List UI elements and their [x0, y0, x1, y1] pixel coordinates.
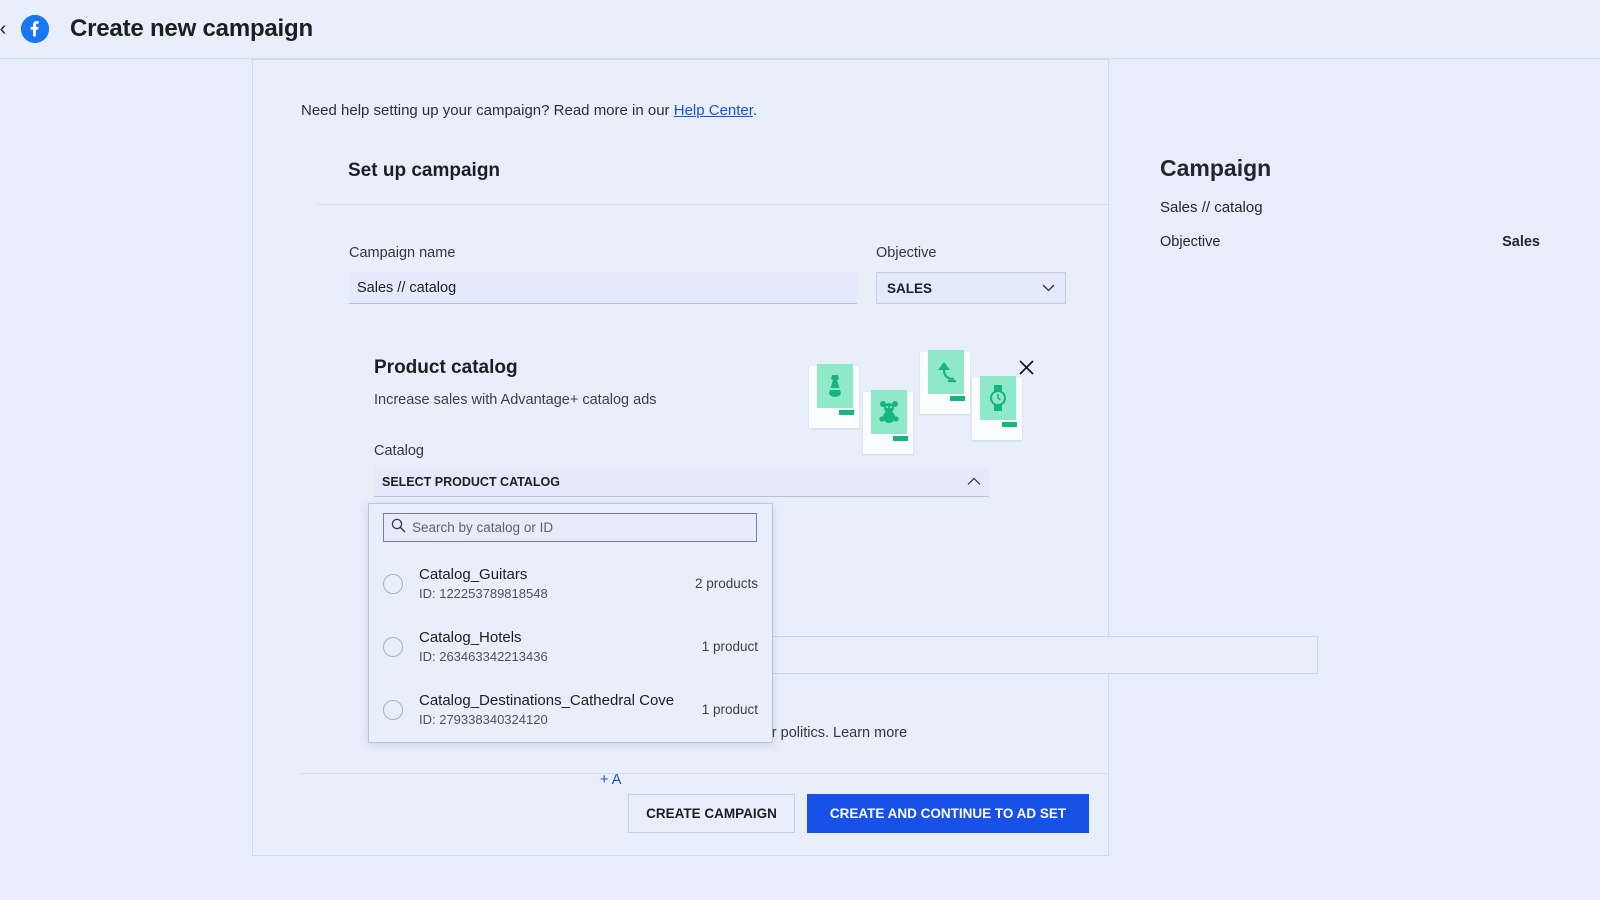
- campaign-name-input[interactable]: [349, 272, 857, 304]
- catalog-option-texts: Catalog_Destinations_Cathedral Cove ID: 2…: [419, 691, 674, 729]
- select-product-catalog-label: SELECT PRODUCT CATALOG: [382, 475, 560, 489]
- divider-bottom: [300, 773, 1108, 774]
- close-icon[interactable]: [1012, 353, 1040, 381]
- illustration-card-teddy-bear: [863, 392, 913, 454]
- summary-objective-value: Sales: [1502, 234, 1540, 250]
- product-catalog-title: Product catalog: [374, 357, 518, 379]
- catalog-option[interactable]: Catalog_Destinations_Cathedral Cove ID: 2…: [369, 678, 772, 741]
- illustration-price-bar: [839, 410, 854, 415]
- help-text-before: Need help setting up your campaign? Read…: [301, 102, 674, 119]
- catalog-option-id: ID: 279338340324120: [419, 712, 548, 727]
- help-center-link[interactable]: Help Center: [674, 102, 753, 119]
- catalog-option-list: Catalog_Guitars ID: 122253789818548 2 prod…: [369, 552, 772, 741]
- product-catalog-subtitle: Increase sales with Advantage+ catalog a…: [374, 392, 657, 408]
- illustration-price-bar: [950, 396, 965, 401]
- help-line: Need help setting up your campaign? Read…: [301, 102, 757, 119]
- chevron-up-icon: [967, 474, 981, 489]
- section-title-setup: Set up campaign: [348, 160, 500, 182]
- catalog-option-count: 1 product: [702, 639, 758, 654]
- catalog-option-name: Catalog_Destinations_Cathedral Cove: [419, 692, 674, 709]
- summary-objective-row: Objective Sales: [1160, 234, 1540, 250]
- watch-icon: [980, 376, 1016, 420]
- create-campaign-button[interactable]: CREATE CAMPAIGN: [628, 794, 795, 833]
- catalog-option-id: ID: 263463342213436: [419, 649, 548, 664]
- catalog-search-input[interactable]: [412, 520, 742, 535]
- catalog-option-texts: Catalog_Hotels ID: 263463342213436: [419, 628, 548, 666]
- search-icon: [391, 518, 406, 538]
- teddy-bear-icon: [871, 390, 907, 434]
- objective-label: Objective: [876, 245, 936, 261]
- lamp-icon: [928, 350, 964, 394]
- objective-select[interactable]: SALES: [876, 272, 1066, 304]
- select-product-catalog-trigger[interactable]: SELECT PRODUCT CATALOG: [374, 467, 989, 497]
- dress-icon: [817, 364, 853, 408]
- help-text-after: .: [753, 102, 757, 119]
- catalog-search-wrapper[interactable]: [383, 513, 757, 542]
- catalog-option-id: ID: 122253789818548: [419, 586, 548, 601]
- catalog-option-radio[interactable]: [383, 637, 403, 657]
- summary-title: Campaign: [1160, 155, 1540, 182]
- add-more-link[interactable]: + A: [600, 772, 621, 788]
- chevron-down-icon: [1042, 281, 1055, 295]
- catalog-field-label: Catalog: [374, 443, 424, 459]
- summary-subtitle: Sales // catalog: [1160, 199, 1540, 216]
- catalog-option-texts: Catalog_Guitars ID: 122253789818548: [419, 565, 548, 603]
- facebook-logo-icon: [21, 15, 49, 43]
- catalog-option[interactable]: Catalog_Hotels ID: 263463342213436 1 produ…: [369, 615, 772, 678]
- illustration-card-dress: [809, 366, 859, 428]
- catalog-option-name: Catalog_Guitars: [419, 566, 527, 583]
- catalog-option-name: Catalog_Hotels: [419, 629, 522, 646]
- app-root: ‹ Create new campaign Need help setting …: [0, 0, 1600, 900]
- illustration-card-watch: [972, 378, 1022, 440]
- create-and-continue-button[interactable]: CREATE AND CONTINUE TO AD SET: [807, 794, 1089, 833]
- back-button[interactable]: ‹: [0, 19, 14, 39]
- catalog-option[interactable]: Catalog_Guitars ID: 122253789818548 2 prod…: [369, 552, 772, 615]
- catalog-dropdown: Catalog_Guitars ID: 122253789818548 2 prod…: [369, 504, 772, 742]
- objective-select-value: SALES: [887, 281, 932, 296]
- catalog-option-count: 2 products: [695, 576, 758, 591]
- top-bar: ‹ Create new campaign: [0, 0, 1600, 59]
- summary-objective-label: Objective: [1160, 234, 1220, 250]
- illustration-price-bar: [1002, 422, 1017, 427]
- campaign-name-label: Campaign name: [349, 245, 455, 261]
- catalog-option-count: 1 product: [702, 702, 758, 717]
- catalog-option-radio[interactable]: [383, 574, 403, 594]
- campaign-summary-panel: Campaign Sales // catalog Objective Sale…: [1160, 155, 1540, 250]
- page-title: Create new campaign: [70, 15, 313, 43]
- illustration-price-bar: [893, 436, 908, 441]
- illustration-card-lamp: [920, 352, 970, 414]
- divider-top: [318, 204, 1108, 205]
- catalog-option-radio[interactable]: [383, 700, 403, 720]
- catalog-illustration: [795, 350, 1035, 450]
